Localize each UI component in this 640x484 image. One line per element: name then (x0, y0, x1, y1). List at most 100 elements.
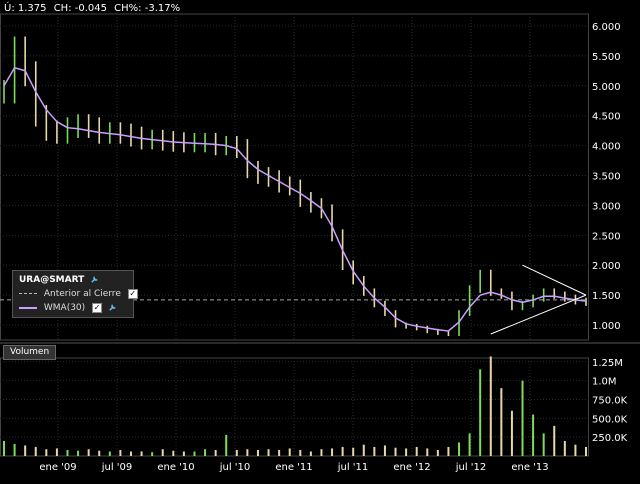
volume-bar (510, 410, 513, 456)
volume-bar (193, 451, 196, 456)
trendline-lower (490, 294, 587, 335)
x-tick-label: jul '12 (455, 462, 487, 473)
volume-bar (140, 451, 143, 456)
volume-bar (182, 451, 185, 456)
chart-stage: ene '09 jul '09 ene '10 jul '10 ene '11 jul '… (0, 0, 640, 480)
x-tick-label: ene '11 (275, 462, 312, 473)
volume-tick-label: 500.0K (592, 414, 628, 425)
volume-bar (45, 449, 48, 456)
volume-bar (585, 446, 587, 456)
y-tick-label: 3.000 (592, 201, 621, 212)
legend-symbol-row[interactable]: URA@SMART (19, 274, 99, 286)
volume-bar (66, 449, 69, 456)
y-tick-label: 3.500 (592, 172, 621, 183)
volume-bar (341, 446, 344, 456)
volume-tick-label: 250.0K (592, 433, 628, 444)
volume-bar (161, 449, 164, 456)
volume-bar (436, 449, 439, 456)
volume-bar (563, 440, 566, 456)
wma-line-swatch-icon (19, 306, 37, 309)
chart-canvas: ene '09 jul '09 ene '10 jul '10 ene '11 jul '… (0, 13, 640, 473)
quote-status-bar: Ú: 1.375 CH: -0.045 CH%: -3.17% (4, 3, 184, 14)
volume-bar (405, 448, 408, 456)
volume-bar (415, 446, 418, 456)
chart-legend[interactable]: URA@SMART Anterior al Cierre ✓ WMA(30) ✓ (12, 270, 138, 318)
legend-wma-label: WMA(30) (43, 303, 86, 313)
wrench-icon[interactable] (90, 275, 99, 284)
volume-bar (204, 449, 207, 456)
volume-bar (172, 450, 175, 456)
change-percent-label: CH%: -3.17% (114, 3, 181, 14)
volume-bar (129, 451, 132, 456)
last-price-label: Ú: 1.375 (4, 3, 47, 14)
x-tick-label: jul '09 (101, 462, 133, 473)
y-tick-label: 4.000 (592, 142, 621, 153)
volume-bar (87, 449, 90, 456)
volume-bar (373, 446, 376, 456)
volume-bar (362, 444, 365, 456)
volume-bar (553, 425, 556, 456)
x-tick-label: jul '10 (219, 462, 251, 473)
volume-bar (214, 449, 217, 456)
x-tick-label: ene '12 (393, 462, 430, 473)
volume-bar (55, 448, 58, 456)
volume-bar (256, 449, 259, 456)
volume-bar (574, 444, 577, 456)
legend-prev-close-row[interactable]: Anterior al Cierre ✓ (19, 288, 138, 300)
volume-bar (426, 448, 429, 456)
volume-bar (468, 433, 471, 456)
y-tick-label: 2.500 (592, 231, 621, 242)
x-tick-label: ene '13 (511, 462, 548, 473)
x-tick-label: jul '11 (337, 462, 369, 473)
volume-bar (331, 448, 334, 456)
legend-wma-row[interactable]: WMA(30) ✓ (19, 302, 117, 314)
volume-bar (309, 451, 312, 456)
y-tick-label: 6.000 (592, 22, 621, 33)
volume-bar (267, 449, 270, 456)
y-tick-label: 5.000 (592, 82, 621, 93)
volume-bar (320, 449, 323, 456)
volume-bar (500, 388, 503, 456)
volume-bar (98, 450, 101, 456)
volume-bar (278, 449, 281, 456)
y-tick-label: 1.000 (592, 321, 621, 332)
volume-panel-tab[interactable]: Volumen (3, 345, 57, 360)
volume-bar (108, 451, 111, 456)
volume-bar (13, 443, 16, 456)
legend-prev-close-label: Anterior al Cierre (43, 289, 121, 299)
volume-tick-label: 750.0K (592, 395, 628, 406)
volume-tick-label: 1.0M (592, 377, 617, 388)
y-tick-label: 2.000 (592, 261, 621, 272)
prev-close-checkbox[interactable]: ✓ (127, 288, 138, 299)
volume-bar (479, 369, 482, 456)
volume-bar (3, 440, 5, 456)
volume-bar (383, 445, 386, 456)
volume-bar (288, 448, 291, 456)
volume-tick-label: 1.25M (592, 358, 623, 369)
volume-bar (151, 452, 154, 456)
wma-checkbox[interactable]: ✓ (92, 302, 103, 313)
volume-bar (447, 446, 450, 456)
change-label: CH: -0.045 (53, 3, 107, 14)
legend-symbol-label: URA@SMART (19, 275, 85, 285)
volume-bar (246, 449, 249, 456)
volume-bar (532, 414, 535, 456)
y-tick-label: 4.500 (592, 112, 621, 123)
y-tick-label: 1.500 (592, 291, 621, 302)
dashed-line-swatch-icon (19, 293, 37, 294)
volume-bar (299, 449, 302, 456)
x-tick-label: ene '09 (39, 462, 76, 473)
volume-bar (458, 442, 461, 456)
volume-bar (235, 449, 238, 456)
volume-bar (119, 449, 122, 456)
volume-bar (542, 433, 545, 456)
wrench-icon[interactable] (108, 303, 117, 312)
volume-bar (394, 447, 397, 456)
volume-bar (225, 434, 228, 456)
volume-bar (352, 447, 355, 456)
volume-bar (521, 380, 524, 456)
volume-bar (489, 356, 492, 456)
volume-bar (77, 450, 80, 456)
volume-bar (34, 446, 37, 456)
y-tick-label: 5.500 (592, 52, 621, 63)
